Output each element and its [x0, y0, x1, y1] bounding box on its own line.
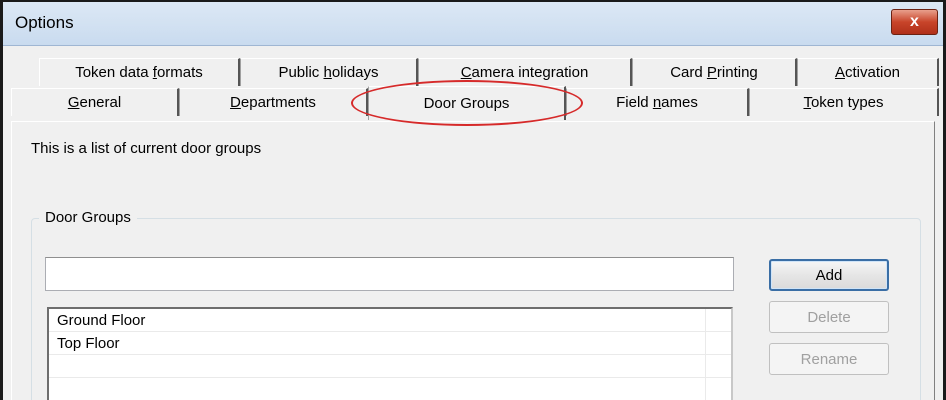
tab-departments[interactable]: Departments: [179, 88, 368, 116]
tab-public-holidays[interactable]: Public holidays: [240, 58, 418, 86]
list-row-empty: [49, 378, 731, 400]
tab-label: Card Printing: [670, 64, 758, 81]
delete-button[interactable]: Delete: [769, 301, 889, 333]
tab-label: Door Groups: [423, 95, 510, 112]
door-group-name-input[interactable]: [45, 257, 734, 291]
list-item-label: Ground Floor: [57, 312, 146, 329]
door-groups-list[interactable]: Ground Floor Top Floor: [47, 307, 733, 400]
list-item-label: Top Floor: [57, 335, 120, 352]
tab-activation[interactable]: Activation: [797, 58, 939, 86]
groupbox-label: Door Groups: [39, 209, 137, 226]
tab-label: Activation: [834, 64, 901, 81]
tab-token-types[interactable]: Token types: [749, 88, 939, 116]
tab-door-groups[interactable]: Door Groups: [368, 86, 566, 120]
tab-label: Departments: [230, 94, 316, 111]
tab-label: Field names: [616, 94, 698, 111]
options-dialog: Options x Token data formats Public holi…: [0, 0, 946, 400]
rename-button[interactable]: Rename: [769, 343, 889, 375]
title-bar[interactable]: Options x: [3, 2, 943, 46]
tab-card-printing[interactable]: Card Printing: [632, 58, 797, 86]
close-icon: x: [910, 13, 919, 30]
window-title: Options: [15, 13, 74, 32]
tab-label: General: [67, 94, 122, 111]
tab-token-data-formats[interactable]: Token data formats: [39, 58, 240, 86]
list-item[interactable]: Ground Floor: [49, 309, 731, 332]
close-button[interactable]: x: [891, 9, 938, 35]
tab-label: Token types: [803, 94, 884, 111]
list-item[interactable]: Top Floor: [49, 332, 731, 355]
tab-field-names[interactable]: Field names: [566, 88, 749, 116]
tab-label: Public holidays: [278, 64, 379, 81]
tab-camera-integration[interactable]: Camera integration: [418, 58, 632, 86]
tab-general[interactable]: General: [11, 88, 179, 116]
list-row-empty: [49, 355, 731, 378]
tab-label: Camera integration: [460, 64, 589, 81]
add-button[interactable]: Add: [769, 259, 889, 291]
tab-label: Token data formats: [75, 64, 203, 81]
description-text: This is a list of current door groups: [31, 140, 262, 157]
